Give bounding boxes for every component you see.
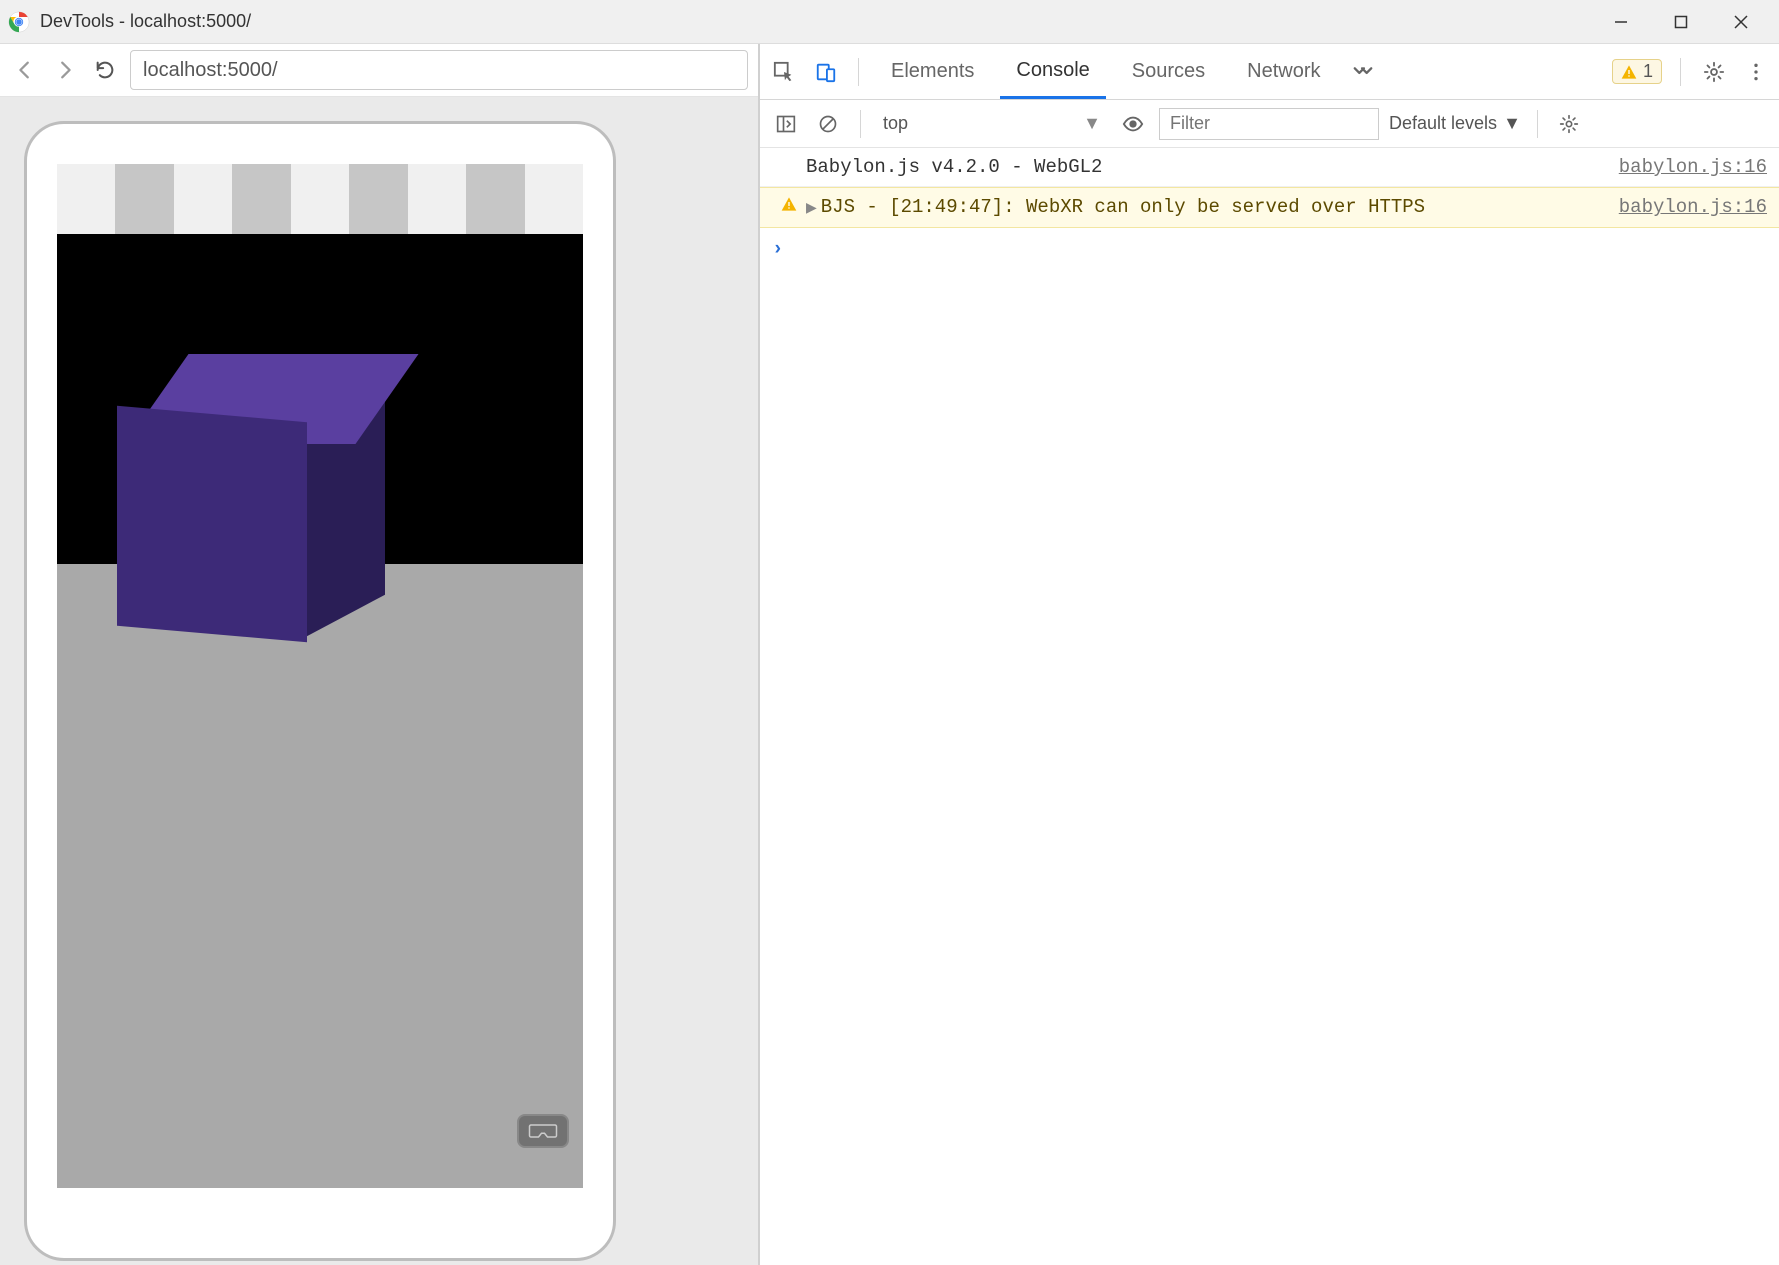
- responsive-viewport-area: [0, 97, 758, 1265]
- page-preview-pane: [0, 44, 760, 1265]
- console-message[interactable]: ▶BJS - [21:49:47]: WebXR can only be ser…: [760, 187, 1779, 227]
- inspect-element-icon[interactable]: [768, 56, 800, 88]
- live-expression-icon[interactable]: [1117, 108, 1149, 140]
- console-message-text: Babylon.js v4.2.0 - WebGL2: [806, 152, 1599, 182]
- webgl-canvas[interactable]: [57, 234, 583, 1188]
- console-message-source[interactable]: babylon.js:16: [1599, 152, 1767, 182]
- window-title: DevTools - localhost:5000/: [40, 11, 1591, 32]
- devtools-pane: Elements Console Sources Network 1: [760, 44, 1779, 1265]
- expand-arrow-icon[interactable]: ▶: [806, 201, 817, 217]
- close-button[interactable]: [1711, 0, 1771, 44]
- warnings-badge[interactable]: 1: [1612, 59, 1662, 84]
- chevron-down-icon: ▼: [1083, 113, 1101, 134]
- forward-button[interactable]: [50, 55, 80, 85]
- scene-floor: [57, 564, 583, 1188]
- window-titlebar: DevTools - localhost:5000/: [0, 0, 1779, 44]
- devtools-tabbar: Elements Console Sources Network 1: [760, 44, 1779, 100]
- tab-sources[interactable]: Sources: [1116, 44, 1221, 99]
- tabs-overflow-icon[interactable]: [1347, 61, 1379, 83]
- minimize-button[interactable]: [1591, 0, 1651, 44]
- chevron-down-icon: ▼: [1503, 113, 1521, 134]
- scene-cube: [117, 384, 347, 614]
- warnings-count: 1: [1643, 61, 1653, 82]
- console-prompt[interactable]: ›: [760, 228, 1779, 270]
- tab-elements[interactable]: Elements: [875, 44, 990, 99]
- prompt-chevron-icon: ›: [772, 234, 783, 264]
- log-levels-select[interactable]: Default levels ▼: [1389, 113, 1521, 134]
- console-message[interactable]: Babylon.js v4.2.0 - WebGL2 babylon.js:16: [760, 148, 1779, 187]
- tab-network[interactable]: Network: [1231, 44, 1336, 99]
- console-message-source[interactable]: babylon.js:16: [1599, 192, 1767, 222]
- log-levels-label: Default levels: [1389, 113, 1497, 134]
- maximize-button[interactable]: [1651, 0, 1711, 44]
- device-toolbar-icon[interactable]: [810, 56, 842, 88]
- reload-button[interactable]: [90, 55, 120, 85]
- warning-icon: [781, 196, 797, 212]
- window-controls: [1591, 0, 1771, 44]
- vr-headset-icon[interactable]: [517, 1114, 569, 1148]
- more-options-icon[interactable]: [1741, 57, 1771, 87]
- execution-context-select[interactable]: top ▼: [877, 113, 1107, 134]
- address-input[interactable]: [130, 50, 748, 90]
- clear-console-icon[interactable]: [812, 108, 844, 140]
- chrome-icon: [8, 11, 30, 33]
- device-screen[interactable]: [57, 164, 583, 1218]
- execution-context-label: top: [883, 113, 908, 134]
- console-filter-input[interactable]: [1159, 108, 1379, 140]
- settings-icon[interactable]: [1699, 57, 1729, 87]
- back-button[interactable]: [10, 55, 40, 85]
- tab-console[interactable]: Console: [1000, 44, 1105, 99]
- device-frame: [24, 121, 616, 1261]
- console-message-text: ▶BJS - [21:49:47]: WebXR can only be ser…: [806, 192, 1599, 222]
- warning-icon: [1621, 64, 1637, 80]
- console-sidebar-toggle-icon[interactable]: [770, 108, 802, 140]
- page-top-strip: [57, 164, 583, 234]
- console-output[interactable]: Babylon.js v4.2.0 - WebGL2 babylon.js:16…: [760, 148, 1779, 1265]
- address-bar-row: [0, 44, 758, 97]
- console-toolbar: top ▼ Default levels ▼: [760, 100, 1779, 148]
- console-settings-icon[interactable]: [1554, 109, 1584, 139]
